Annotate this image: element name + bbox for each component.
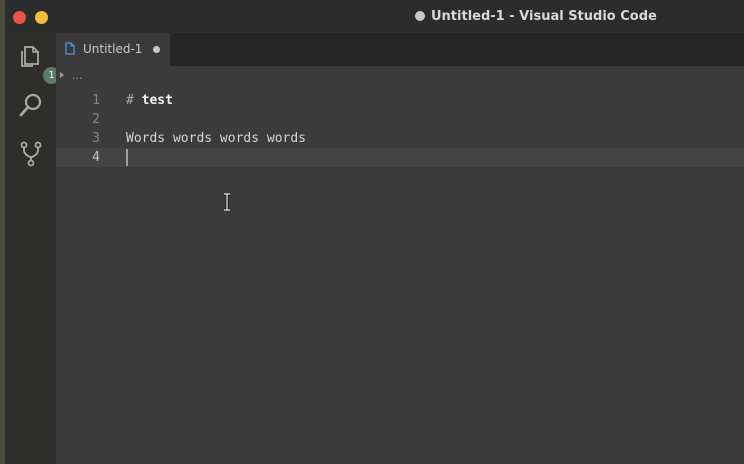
- activity-search[interactable]: [18, 92, 44, 118]
- heading-text: test: [141, 93, 173, 108]
- ibeam-cursor-icon: [224, 193, 230, 211]
- line-number: 1: [92, 93, 100, 108]
- breadcrumb: ...: [56, 66, 744, 88]
- unsaved-indicator-icon[interactable]: [153, 46, 160, 53]
- line-number: 2: [92, 112, 100, 127]
- activity-bar: 1: [5, 33, 60, 464]
- close-window-button[interactable]: [13, 11, 26, 24]
- activity-source-control[interactable]: [18, 141, 44, 167]
- minimize-window-button[interactable]: [35, 11, 48, 24]
- tab-untitled-1[interactable]: Untitled-1: [56, 33, 170, 66]
- line-content: Words words words words: [126, 131, 307, 146]
- line-content: # test: [126, 91, 173, 110]
- editor-line[interactable]: 2: [56, 110, 744, 129]
- file-icon: [65, 42, 75, 55]
- tab-label: Untitled-1: [83, 42, 143, 56]
- tab-bar: Untitled-1: [56, 33, 744, 66]
- line-number: 3: [92, 131, 100, 146]
- markdown-hash: #: [126, 93, 134, 108]
- editor-area[interactable]: 1 # test 2 3 Words words words words 4: [56, 88, 744, 464]
- editor-line[interactable]: 3 Words words words words: [56, 129, 744, 148]
- breadcrumb-ellipsis[interactable]: ...: [72, 69, 83, 82]
- line-number: 4: [92, 150, 100, 165]
- files-icon: [21, 46, 39, 67]
- activity-explorer[interactable]: 1: [18, 43, 60, 84]
- window-title: Untitled-1 - Visual Studio Code: [415, 9, 657, 24]
- title-bar: Untitled-1 - Visual Studio Code: [5, 0, 744, 34]
- window-title-text: Untitled-1 - Visual Studio Code: [431, 9, 657, 24]
- vscode-window: Untitled-1 - Visual Studio Code 1 Untitl…: [5, 0, 744, 464]
- chevron-right-icon[interactable]: [60, 72, 64, 78]
- unsaved-dot-icon: [415, 11, 425, 21]
- git-branch-icon: [20, 141, 42, 167]
- editor-line[interactable]: 1 # test: [56, 91, 744, 110]
- search-icon: [19, 93, 42, 117]
- text-cursor: [126, 149, 128, 166]
- editor-line-current[interactable]: 4: [56, 148, 744, 167]
